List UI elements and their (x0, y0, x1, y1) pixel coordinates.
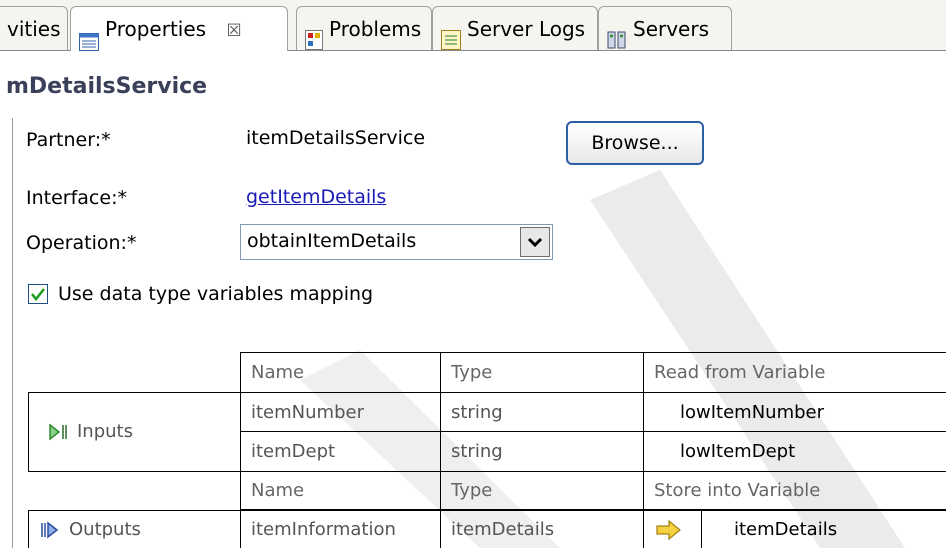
operation-select-value: obtainItemDetails (247, 230, 417, 252)
partner-value: itemDetailsService (246, 127, 426, 149)
problems-icon (305, 21, 323, 50)
panel-title: mDetailsService (6, 74, 208, 99)
arrow-right-icon (656, 520, 681, 540)
browse-button-label: Browse... (591, 132, 679, 154)
interface-link[interactable]: getItemDetails (246, 186, 386, 208)
checkmark-icon (30, 288, 46, 302)
view-tab-bar: vities Properties ☒ Problems Server Logs… (0, 0, 946, 51)
table-row[interactable]: lowItemNumber (644, 393, 946, 432)
table-row: itemNumber (241, 393, 441, 432)
tab-label: Server Logs (467, 17, 586, 41)
tab-label: Properties (105, 17, 207, 41)
inputs-header-variable: Read from Variable (644, 353, 946, 393)
operation-dropdown-button[interactable] (520, 227, 550, 257)
inputs-header-name: Name (241, 353, 441, 393)
inputs-section: Inputs (28, 392, 241, 472)
outputs-section-label: Outputs (69, 519, 141, 540)
table-row: itemInformation (241, 511, 441, 548)
tab-servers[interactable]: Servers (598, 6, 732, 50)
operation-label: Operation:* (26, 232, 137, 254)
interface-label: Interface:* (26, 187, 127, 209)
outputs-header-name: Name (241, 472, 441, 510)
tab-label: vities (7, 17, 61, 41)
table-row: itemDept (241, 432, 441, 472)
tab-label: Servers (633, 17, 710, 41)
tab-activities[interactable]: vities (0, 6, 68, 50)
mapping-checkbox[interactable] (28, 284, 48, 304)
table-row: itemDetails (441, 511, 644, 548)
properties-icon (79, 22, 99, 51)
partner-label: Partner:* (26, 129, 111, 151)
tab-label: Problems (329, 17, 422, 41)
outputs-header-type: Type (441, 472, 644, 510)
panel-left-border (12, 118, 13, 548)
close-icon[interactable]: ☒ (226, 21, 241, 41)
inputs-header-type: Type (441, 353, 644, 393)
mapping-checkbox-label: Use data type variables mapping (58, 283, 374, 305)
servers-icon (607, 21, 627, 48)
browse-button[interactable]: Browse... (566, 121, 704, 165)
operation-select[interactable]: obtainItemDetails (240, 224, 553, 260)
server-logs-icon (441, 21, 461, 50)
inputs-icon (49, 423, 67, 441)
output-mapping-arrow-cell (644, 511, 702, 548)
table-row[interactable]: itemDetails (702, 511, 946, 548)
tab-problems[interactable]: Problems (296, 6, 432, 50)
outputs-section: Outputs (28, 510, 241, 548)
chevron-down-icon (527, 237, 543, 248)
tab-server-logs[interactable]: Server Logs (432, 6, 598, 50)
table-row[interactable]: lowItemDept (644, 432, 946, 472)
outputs-header-variable: Store into Variable (644, 472, 946, 510)
outputs-icon (41, 521, 59, 539)
tab-properties[interactable]: Properties ☒ (70, 6, 288, 51)
table-row: string (441, 432, 644, 472)
table-row: string (441, 393, 644, 432)
inputs-section-label: Inputs (77, 421, 133, 442)
